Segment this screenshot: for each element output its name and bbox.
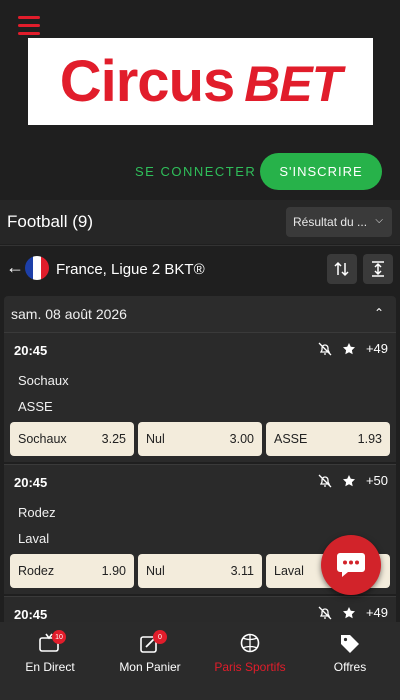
match-time: 20:45 (14, 475, 48, 490)
away-team: ASSE (18, 399, 53, 414)
odd-label: Nul (146, 432, 165, 446)
nav-label: En Direct (25, 660, 75, 674)
notification-off-icon[interactable] (318, 606, 332, 620)
chevron-down-icon: ⌵ (375, 215, 383, 226)
sport-ball-icon (240, 633, 260, 653)
sort-select[interactable]: Résultat du ... ⌵ (286, 207, 392, 237)
sort-select-label: Résultat du ... (293, 215, 368, 229)
collapse-icon (372, 261, 384, 277)
star-icon[interactable] (342, 606, 356, 620)
login-button[interactable]: SE CONNECTER (135, 164, 256, 179)
notification-off-icon[interactable] (318, 474, 332, 488)
nav-label: Paris Sportifs (214, 660, 286, 674)
more-markets-count[interactable]: +50 (366, 473, 388, 488)
register-button[interactable]: S'INSCRIRE (260, 153, 382, 190)
section-header: Football (9) Résultat du ... ⌵ (0, 200, 400, 244)
auth-bar: SE CONNECTER S'INSCRIRE (0, 153, 400, 191)
nav-cart[interactable]: 0 Mon Panier (100, 622, 200, 700)
nav-label: Offres (333, 660, 367, 674)
collapse-all-button[interactable] (363, 254, 393, 284)
match-card[interactable]: 20:45 +49 (4, 596, 396, 622)
home-team: Rodez (18, 505, 56, 520)
odd-label: Rodez (18, 564, 55, 578)
match-time: 20:45 (14, 343, 48, 358)
odd-button-home[interactable]: Rodez 1.90 (10, 554, 134, 588)
odd-value: 3.11 (230, 564, 254, 578)
more-markets-count[interactable]: +49 (366, 341, 388, 356)
date-group-header[interactable]: sam. 08 août 2026 ⌃ (4, 296, 396, 332)
odd-button-away[interactable]: ASSE 1.93 (266, 422, 390, 456)
star-icon[interactable] (342, 474, 356, 488)
odd-value: 1.90 (101, 564, 126, 578)
section-title: Football (9) (7, 212, 93, 231)
home-team: Sochaux (18, 373, 69, 388)
league-name: France, Ligue 2 BKT® (56, 261, 205, 278)
logo-circus-text: Circus (59, 48, 236, 114)
nav-sports[interactable]: Paris Sportifs (200, 622, 300, 700)
odd-value: 3.25 (101, 432, 126, 446)
nav-live[interactable]: 10 En Direct (0, 622, 100, 700)
menu-icon[interactable] (18, 16, 40, 36)
odds-row: Sochaux 3.25 Nul 3.00 ASSE 1.93 (10, 422, 390, 456)
nav-label: Mon Panier (119, 660, 181, 674)
date-label: sam. 08 août 2026 (11, 306, 127, 322)
notification-off-icon[interactable] (318, 342, 332, 356)
chat-button[interactable] (321, 535, 381, 595)
odd-label: Laval (274, 564, 304, 578)
back-arrow-icon[interactable]: ← (6, 257, 24, 278)
nav-offers[interactable]: Offres (300, 622, 400, 700)
chat-bubble-icon (337, 553, 365, 577)
odd-value: 3.00 (229, 432, 254, 446)
match-card[interactable]: 20:45 +49 Sochaux ASSE Sochaux 3.25 Nul 3.… (4, 332, 396, 462)
cart-count-badge: 0 (153, 630, 167, 644)
match-time: 20:45 (14, 607, 48, 622)
more-markets-count[interactable]: +49 (366, 605, 388, 620)
chevron-up-icon[interactable]: ⌃ (374, 306, 384, 320)
league-header: ← France, Ligue 2 BKT® (0, 245, 400, 289)
away-team: Laval (18, 531, 50, 546)
france-flag-icon (25, 256, 49, 280)
sort-arrows-icon (334, 261, 349, 277)
odd-button-draw[interactable]: Nul 3.00 (138, 422, 262, 456)
odd-label: ASSE (274, 432, 308, 446)
star-icon[interactable] (342, 342, 356, 356)
sort-order-button[interactable] (327, 254, 357, 284)
live-count-badge: 10 (52, 630, 66, 644)
offer-tag-icon (341, 635, 359, 653)
odd-value: 1.93 (357, 432, 382, 446)
odd-label: Nul (146, 564, 165, 578)
odd-label: Sochaux (18, 432, 67, 446)
odd-button-draw[interactable]: Nul 3.11 (138, 554, 262, 588)
logo-bet-text: BET (244, 55, 342, 112)
bottom-navigation: 10 En Direct 0 Mon Panier Paris Sportifs… (0, 622, 400, 700)
odd-button-home[interactable]: Sochaux 3.25 (10, 422, 134, 456)
brand-logo: Circus BET (28, 38, 373, 125)
